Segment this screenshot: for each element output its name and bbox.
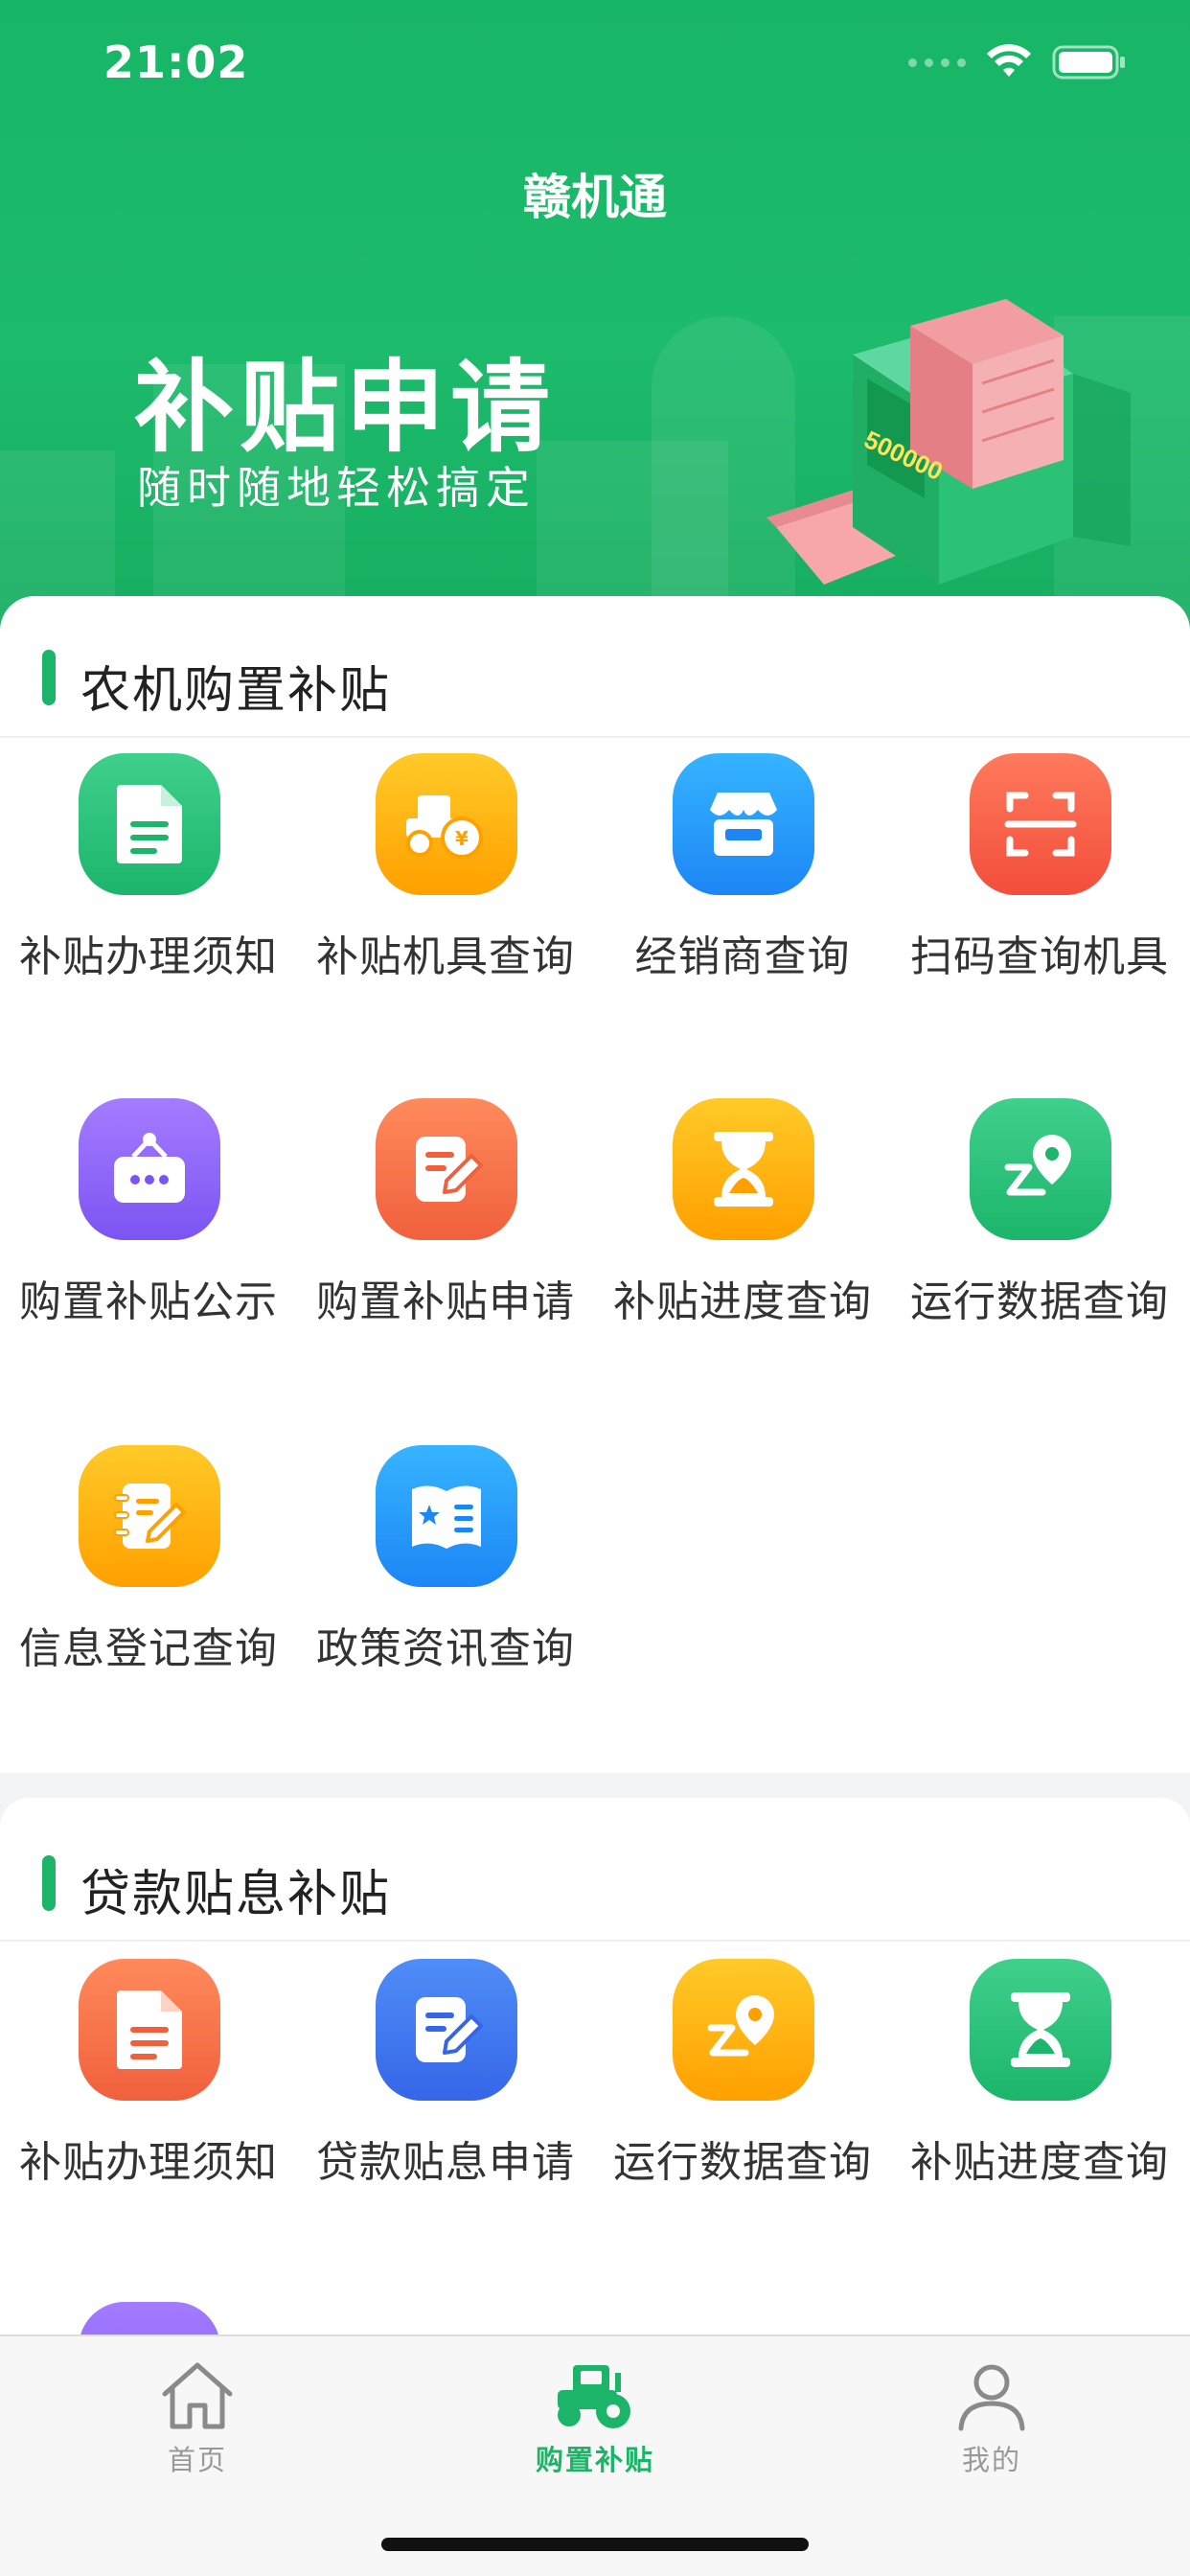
edit-form-icon xyxy=(376,1959,517,2101)
document-icon xyxy=(79,753,220,895)
menu-item-label: 信息登记查询 xyxy=(19,1624,278,1673)
section-header: 贷款贴息补贴 xyxy=(0,1798,1190,1942)
menu-item-label: 运行数据查询 xyxy=(910,1277,1169,1326)
header-banner: 21:02 赣机通 补贴申请 随时随地轻松搞定 500000 xyxy=(0,0,1190,632)
section-title: 贷款贴息补贴 xyxy=(80,1866,392,1923)
banner-title: 补贴申请 xyxy=(134,349,557,466)
tab-label: 我的 xyxy=(961,2444,1021,2476)
menu-item-dealer-query[interactable]: 经销商查询 xyxy=(594,753,891,1041)
menu-item-loan-interest-apply[interactable]: 贷款贴息申请 xyxy=(297,1959,594,2246)
tab-label: 购置补贴 xyxy=(535,2444,654,2476)
menu-item-label: 购置补贴公示 xyxy=(19,1277,278,1326)
menu-item-label: 经销商查询 xyxy=(634,932,851,981)
location-route-icon xyxy=(970,1098,1111,1240)
home-indicator[interactable] xyxy=(381,2538,809,2551)
store-icon xyxy=(673,753,814,895)
home-icon xyxy=(162,2362,233,2429)
menu-item-label: 运行数据查询 xyxy=(613,2138,872,2187)
menu-item-label: 扫码查询机具 xyxy=(910,932,1169,981)
banner-subtitle: 随时随地轻松搞定 xyxy=(137,462,536,514)
menu-item-subsidy-notice[interactable]: 购置补贴公示 xyxy=(0,1098,297,1386)
menu-item-progress-query[interactable]: 补贴进度查询 xyxy=(594,1098,891,1386)
menu-item-subsidy-guide[interactable]: 补贴办理须知 xyxy=(0,753,297,1041)
location-route-icon xyxy=(673,1959,814,2101)
hourglass-icon xyxy=(673,1098,814,1240)
app-title: 赣机通 xyxy=(523,170,667,225)
menu-item-scan-machinery[interactable]: 扫码查询机具 xyxy=(891,753,1188,1041)
open-book-star-icon xyxy=(376,1445,517,1587)
tab-purchase-subsidy[interactable]: 购置补贴 xyxy=(451,2356,739,2476)
status-icons xyxy=(908,44,1127,80)
menu-item-label: 补贴进度查询 xyxy=(910,2138,1169,2187)
menu-item-info-registration[interactable]: 信息登记查询 xyxy=(0,1445,297,1733)
menu-item-label: 政策资讯查询 xyxy=(316,1624,575,1673)
menu-item-loan-subsidy-guide[interactable]: 补贴办理须知 xyxy=(0,1959,297,2246)
status-time: 21:02 xyxy=(103,36,249,88)
section-card-loan-interest-subsidy: 贷款贴息补贴 补贴办理须知 贷款贴息申请 运行数据查询 补贴进度查询 xyxy=(0,1798,1190,2444)
menu-item-label: 补贴办理须知 xyxy=(19,932,278,981)
menu-item-label: 购置补贴申请 xyxy=(316,1277,575,1326)
menu-item-policy-news[interactable]: 政策资讯查询 xyxy=(297,1445,594,1733)
menu-item-label: 补贴办理须知 xyxy=(19,2138,278,2187)
document-icon xyxy=(79,1959,220,2101)
signal-icon xyxy=(908,58,966,67)
tab-profile[interactable]: 我的 xyxy=(848,2356,1135,2476)
tractor-icon xyxy=(558,2365,630,2428)
notebook-pen-icon xyxy=(79,1445,220,1587)
menu-item-loan-progress-query[interactable]: 补贴进度查询 xyxy=(891,1959,1188,2246)
section-title: 农机购置补贴 xyxy=(80,662,392,720)
menu-item-loan-operation-data[interactable]: 运行数据查询 xyxy=(594,1959,891,2246)
tab-home[interactable]: 首页 xyxy=(54,2356,341,2476)
menu-item-label: 补贴进度查询 xyxy=(613,1277,872,1326)
section-accent-bar xyxy=(42,1855,56,1911)
section-card-machinery-subsidy: 农机购置补贴 补贴办理须知 ¥ 补贴机具查询 经销商查询 扫码查询机具 购置补贴… xyxy=(0,596,1190,1773)
wifi-icon xyxy=(987,44,1031,77)
svg-text:¥: ¥ xyxy=(455,827,469,850)
money-machine-illustration: 500000 xyxy=(767,299,1131,585)
menu-item-subsidy-apply[interactable]: 购置补贴申请 xyxy=(297,1098,594,1386)
menu-item-machinery-query[interactable]: ¥ 补贴机具查询 xyxy=(297,753,594,1041)
user-icon xyxy=(958,2364,1025,2431)
menu-item-label: 补贴机具查询 xyxy=(316,932,575,981)
section-accent-bar xyxy=(42,650,56,705)
tractor-yen-icon: ¥ xyxy=(376,753,517,895)
notice-board-icon xyxy=(79,1098,220,1240)
menu-item-operation-data[interactable]: 运行数据查询 xyxy=(891,1098,1188,1386)
section-header: 农机购置补贴 xyxy=(0,596,1190,738)
tab-label: 首页 xyxy=(167,2444,227,2476)
battery-icon xyxy=(1052,45,1125,80)
scan-icon xyxy=(970,753,1111,895)
edit-form-icon xyxy=(376,1098,517,1240)
menu-item-label: 贷款贴息申请 xyxy=(316,2138,575,2187)
hourglass-icon xyxy=(970,1959,1111,2101)
